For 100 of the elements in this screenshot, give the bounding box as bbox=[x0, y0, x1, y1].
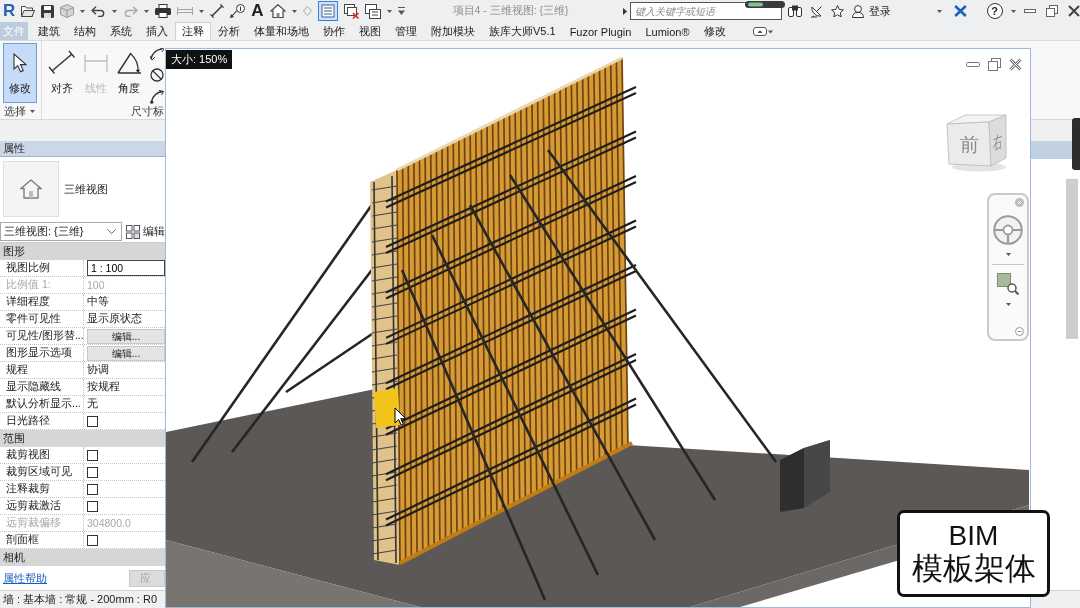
app-logo[interactable]: R bbox=[3, 2, 16, 20]
caret-icon[interactable] bbox=[1010, 9, 1016, 13]
property-value: 304800.0 bbox=[87, 517, 131, 529]
caret-icon[interactable] bbox=[80, 9, 86, 13]
checkbox[interactable] bbox=[87, 500, 98, 512]
type-selector-value: 三维视图: {三维} bbox=[4, 224, 84, 239]
customize-icon[interactable] bbox=[397, 7, 405, 15]
checkbox[interactable] bbox=[87, 449, 98, 461]
property-value: 无 bbox=[87, 397, 98, 411]
ribbon-tab[interactable]: Fuzor Plugin bbox=[562, 22, 639, 40]
highlighted-element[interactable] bbox=[374, 388, 400, 428]
caret-icon[interactable] bbox=[30, 109, 35, 113]
property-label: 详细程度 bbox=[0, 294, 84, 310]
arc-length-icon[interactable] bbox=[150, 90, 164, 104]
save-icon[interactable] bbox=[41, 4, 55, 18]
house-icon[interactable] bbox=[269, 4, 286, 18]
printer-icon[interactable] bbox=[155, 4, 172, 18]
checkbox[interactable] bbox=[87, 534, 98, 546]
panel-title[interactable]: 选择 bbox=[4, 103, 26, 119]
caret-icon[interactable] bbox=[386, 9, 392, 13]
grid-icon bbox=[126, 224, 140, 239]
linear-dimension-icon bbox=[84, 53, 108, 72]
edit-button[interactable]: 编辑... bbox=[87, 328, 165, 344]
property-label: 规程 bbox=[0, 362, 84, 378]
sign-in-link[interactable]: 登录 bbox=[868, 3, 891, 19]
zoom-icon[interactable] bbox=[997, 273, 1019, 295]
caret-icon[interactable] bbox=[199, 9, 205, 13]
caret-icon[interactable] bbox=[112, 9, 118, 13]
ribbon-tab[interactable]: 管理 bbox=[388, 22, 424, 40]
panel-toggle-icon[interactable] bbox=[752, 27, 773, 36]
pointer-icon bbox=[394, 407, 407, 426]
category-header[interactable]: 图形 bbox=[0, 243, 165, 260]
caret-icon[interactable] bbox=[936, 9, 942, 13]
ribbon-tab[interactable]: 体量和场地 bbox=[247, 22, 316, 40]
ribbon-tab[interactable]: 结构 bbox=[67, 22, 103, 40]
close-icon[interactable] bbox=[1009, 58, 1022, 71]
ribbon-tool-button[interactable]: 对齐 bbox=[45, 43, 79, 103]
checkbox[interactable] bbox=[87, 415, 98, 427]
checkbox[interactable] bbox=[87, 483, 98, 495]
options-icon[interactable] bbox=[1015, 327, 1024, 336]
panel-title[interactable]: 尺寸标 bbox=[131, 103, 164, 119]
search-field[interactable]: 键入关键字或短语 bbox=[629, 2, 782, 20]
star-icon[interactable] bbox=[830, 5, 844, 17]
caret-icon[interactable] bbox=[291, 9, 297, 13]
category-header[interactable]: 范围 bbox=[0, 430, 165, 447]
minimize-icon[interactable] bbox=[966, 62, 980, 67]
steering-wheel-icon[interactable] bbox=[993, 215, 1023, 245]
ribbon-tab[interactable]: 附加模块 bbox=[424, 22, 482, 40]
caret-icon[interactable] bbox=[1005, 303, 1011, 306]
expand-icon[interactable] bbox=[622, 7, 627, 15]
tag-icon[interactable] bbox=[230, 4, 246, 18]
minimize-icon[interactable] bbox=[1023, 9, 1036, 13]
close-windows-icon[interactable] bbox=[343, 3, 359, 19]
scrollbar[interactable] bbox=[1066, 179, 1078, 339]
switch-windows-icon[interactable] bbox=[364, 3, 381, 19]
undo-icon[interactable] bbox=[91, 5, 107, 17]
type-selector[interactable]: 三维视图: {三维} bbox=[0, 222, 122, 241]
restore-icon[interactable] bbox=[1045, 5, 1058, 17]
help-link[interactable]: 属性帮助 bbox=[3, 570, 47, 586]
ribbon-tab[interactable]: 分析 bbox=[211, 22, 247, 40]
edit-type-button[interactable]: 编辑 bbox=[126, 224, 165, 239]
diameter-icon[interactable] bbox=[150, 68, 164, 82]
ribbon-tab[interactable]: 插入 bbox=[139, 22, 175, 40]
property-label: 裁剪视图 bbox=[0, 447, 84, 463]
chevron-icon bbox=[107, 229, 116, 234]
binoculars-icon[interactable] bbox=[787, 5, 802, 17]
ribbon-tool-button[interactable]: 角度 bbox=[113, 43, 145, 103]
property-input[interactable]: 1 : 100 bbox=[87, 260, 165, 276]
property-label: 远剪裁偏移 bbox=[0, 515, 84, 531]
caption-title: BIM bbox=[948, 520, 999, 551]
property-label: 远剪裁激活 bbox=[0, 498, 84, 514]
caret-icon[interactable] bbox=[1005, 253, 1011, 256]
user-icon[interactable] bbox=[851, 4, 864, 18]
window-list-icon[interactable] bbox=[317, 1, 338, 21]
text-tool-button[interactable]: A bbox=[251, 2, 264, 20]
ribbon-tab[interactable]: 系统 bbox=[103, 22, 139, 40]
exchange-icon[interactable] bbox=[953, 5, 967, 17]
satellite-icon[interactable] bbox=[809, 4, 823, 18]
folder-icon[interactable] bbox=[21, 5, 36, 17]
checkbox[interactable] bbox=[87, 466, 98, 478]
category-header[interactable]: 相机 bbox=[0, 549, 165, 566]
edit-button[interactable]: 编辑... bbox=[87, 345, 165, 361]
ribbon-tab[interactable]: 注释 bbox=[175, 22, 211, 40]
restore-icon[interactable] bbox=[988, 58, 1001, 71]
property-value: 按规程 bbox=[87, 380, 120, 394]
ribbon-tab[interactable]: 族库大师V5.1 bbox=[482, 22, 563, 40]
ribbon-tab[interactable]: 视图 bbox=[352, 22, 388, 40]
ribbon-tab[interactable]: 建筑 bbox=[31, 22, 67, 40]
caret-icon[interactable] bbox=[144, 9, 150, 13]
aligned-dimension-icon bbox=[48, 50, 76, 75]
ribbon-tab[interactable]: 协作 bbox=[316, 22, 352, 40]
dimension-icon[interactable] bbox=[210, 4, 225, 18]
panel-handle[interactable] bbox=[1072, 118, 1080, 170]
arc-dimension-icon[interactable] bbox=[150, 48, 164, 60]
ribbon-tab[interactable]: 修改 bbox=[696, 22, 733, 40]
property-label: 默认分析显示... bbox=[0, 396, 84, 412]
ribbon-tool-button[interactable]: 修改 bbox=[3, 43, 37, 103]
ribbon-tab[interactable]: Lumion® bbox=[638, 22, 697, 40]
close-icon[interactable] bbox=[1067, 5, 1080, 17]
help-button[interactable]: ? bbox=[986, 3, 1003, 19]
